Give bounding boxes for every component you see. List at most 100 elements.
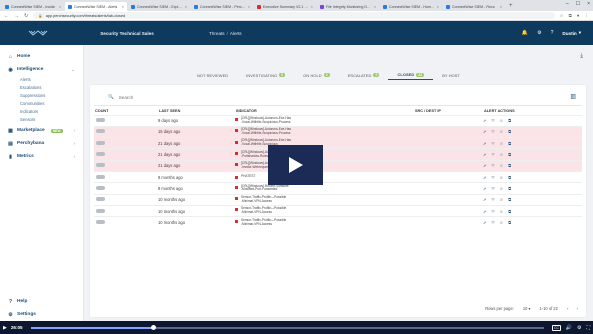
suppress-icon[interactable]: ⊘ [500,186,504,191]
assign-icon[interactable]: ➚ [483,152,487,157]
indicator-cell[interactable]: [CRL][Windows]-Autoruns-Exe-Has-Invoke-W… [235,159,414,172]
indicator-cell[interactable]: [CRL][Windows]-Autoruns-Exe-Has -Vocal-Wi… [235,137,414,149]
shield-icon[interactable]: ⛨ [492,129,495,134]
close-tab-icon[interactable]: × [437,4,439,9]
url-field[interactable]: 🔒 app.perchsecurity.com/threats/alerts/t… [33,12,555,19]
indicator-cell[interactable]: [CRL][Windows]-Autoruns-Exe-Has -Vocal-Wi… [235,125,414,138]
reload-icon[interactable]: ↻ [24,13,28,19]
breadcrumb-threats[interactable]: Threats [209,31,225,36]
shield-icon[interactable]: ⛨ [492,197,495,202]
external-link-icon[interactable]: ⧉ [508,209,511,214]
tab-escalated[interactable]: ESCALATED 0 [339,70,389,80]
shield-icon[interactable]: ⛨ [492,163,495,168]
sidebar-item-metrics[interactable]: ▮ Metrics › [0,150,83,163]
table-row[interactable]: 15 days ago [CRL][Windows]-Autoruns-Exe-H… [94,125,582,138]
table-row[interactable]: 9 days ago [CRL][Windows]-Autoruns-Exe-Ha… [94,114,582,127]
assign-icon[interactable]: ➚ [483,197,487,202]
settings-gear-icon[interactable]: ⚙ [577,325,581,331]
indicator-cell[interactable]: [CRL][Windows]-Autoruns-Exe-Has -Vocal-Wi… [235,114,414,127]
suppress-icon[interactable]: ⊘ [500,175,504,180]
new-tab-button[interactable]: + [506,2,516,11]
sidebar-item-help[interactable]: ? Help [0,295,84,308]
browser-tab-active[interactable]: ConnectWise SIEM - Alerts × [65,2,127,11]
column-header-indicator[interactable]: INDICATOR [235,107,414,115]
search-input[interactable] [118,94,219,100]
close-window-icon[interactable]: × [587,1,590,7]
sidebar-subitem-suppressions[interactable]: Suppressions [0,92,83,100]
maximize-icon[interactable]: ☐ [576,1,580,7]
sidebar-item-perchybana[interactable]: ▤ Perchybana › [0,137,83,150]
org-name[interactable]: Security Technical Sales [75,31,179,36]
column-header-count[interactable]: COUNT [94,107,158,115]
suppress-icon[interactable]: ⊘ [500,141,504,146]
closed-captions-button[interactable]: CC [552,324,561,331]
table-row[interactable]: 10 months ago Sensor-Traffic-Profile—Poss… [94,204,582,217]
volume-icon[interactable]: 🔊 [566,325,572,331]
sidebar-subitem-indicators[interactable]: Indicators [0,108,83,116]
browser-tab[interactable]: ConnectWise SIEM - Perchybana× [191,2,253,11]
indicator-cell[interactable]: Sensor-Traffic-Profile—Possible -Minimal-… [235,193,414,206]
indicator-cell[interactable]: [CRL][Windows]-Autoruns-Exe-Has -Portshad… [235,148,414,161]
gear-icon[interactable]: ⚙ [537,30,541,36]
fullscreen-icon[interactable]: ⛶ [586,325,590,331]
suppress-icon[interactable]: ⊘ [500,197,504,202]
external-link-icon[interactable]: ⧉ [508,175,511,180]
browser-tab[interactable]: ConnectWise SIEM - Home Dash× [380,2,442,11]
profile-icon[interactable]: ● [577,13,580,19]
prev-page-icon[interactable]: ‹ [567,306,569,311]
tab-not-reviewed[interactable]: NOT REVIEWED [188,70,237,80]
assign-icon[interactable]: ➚ [483,175,487,180]
suppress-icon[interactable]: ⊘ [500,129,504,134]
rows-per-page-select[interactable]: 10 ▾ [523,306,531,311]
column-header-src-dest-ip[interactable]: SRC / DEST IP [414,107,483,115]
sidebar-item-settings[interactable]: ⚙ Settings [0,308,84,321]
sidebar-subitem-alerts[interactable]: Alerts [0,76,83,84]
browser-tab[interactable]: File Integrity Monitoring Dash × [317,2,379,11]
play-small-icon[interactable]: ▶ [3,325,7,331]
suppress-icon[interactable]: ⊘ [500,152,504,157]
browser-tab[interactable]: Executive Summary V2.1 - Host× [254,2,316,11]
assign-icon[interactable]: ➚ [483,186,487,191]
star-icon[interactable]: ☆ [560,13,564,19]
sidebar-subitem-escalations[interactable]: Escalations [0,84,83,92]
shield-icon[interactable]: ⛨ [492,175,495,180]
browser-tab[interactable]: ConnectWise SIEM - Reco × [443,2,505,11]
shield-icon[interactable]: ⛨ [492,220,495,225]
suppress-icon[interactable]: ⊘ [500,163,504,168]
table-row[interactable]: 21 days ago [CRL][Windows]-Autoruns-Exe-H… [94,148,582,161]
sidebar-subitem-sensors[interactable]: Sensors [0,116,83,124]
table-row[interactable]: 21 days ago [CRL][Windows]-Autoruns-Exe-H… [94,159,582,172]
table-row[interactable]: 9 months ago [CRL][Windows]-Recent-Softwa… [94,182,582,195]
external-link-icon[interactable]: ⧉ [508,220,511,225]
forward-icon[interactable]: → [14,13,19,19]
external-link-icon[interactable]: ⧉ [508,186,511,191]
menu-icon[interactable]: ⋮ [585,13,590,19]
minimize-icon[interactable]: – [566,1,569,7]
back-icon[interactable]: ← [4,13,9,19]
assign-icon[interactable]: ➚ [483,220,487,225]
shield-icon[interactable]: ⛨ [492,118,495,123]
table-row[interactable]: 9 months ago PHATEST ➚ ⛨ ⊘ ⧉ [94,170,582,183]
sidebar-item-home[interactable]: ⌂ Home [0,50,83,63]
shield-icon[interactable]: ⛨ [492,152,495,157]
close-tab-icon[interactable]: × [374,4,376,9]
sidebar-item-marketplace[interactable]: ▦ Marketplace NEW › [0,124,83,137]
external-link-icon[interactable]: ⧉ [508,152,511,157]
shield-icon[interactable]: ⛨ [492,141,495,146]
sidebar-subitem-communities[interactable]: Communities [0,100,83,108]
video-scrubber-handle[interactable] [151,325,157,330]
assign-icon[interactable]: ➚ [483,141,487,146]
external-link-icon[interactable]: ⧉ [508,129,511,134]
column-header-last-seen[interactable]: LAST SEEN [158,107,235,115]
video-play-button[interactable] [268,145,323,185]
perch-logo[interactable] [0,29,75,37]
shield-icon[interactable]: ⛨ [492,209,495,214]
close-tab-icon[interactable]: × [185,4,187,9]
browser-tab[interactable]: ConnectWise SIEM - Incide × [2,2,64,11]
tab-closed[interactable]: CLOSED 22 [388,70,434,80]
external-link-icon[interactable]: ⧉ [508,163,511,168]
table-row[interactable]: 10 months ago Sensor-Traffic-Profile—Poss… [94,193,582,206]
close-tab-icon[interactable]: × [248,4,250,9]
assign-icon[interactable]: ➚ [483,118,487,123]
indicator-cell[interactable]: Sensor-Traffic-Profile—Possible -Minimal-… [235,204,414,217]
